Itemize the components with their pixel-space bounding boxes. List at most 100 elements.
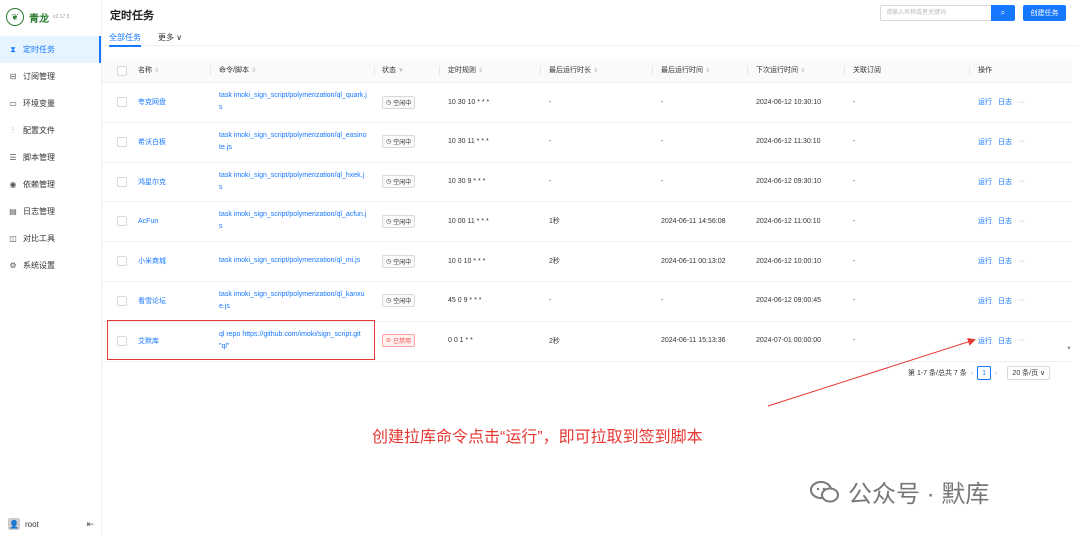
log-button[interactable]: 日志 — [998, 256, 1012, 266]
task-schedule: 0 0 1 * * — [448, 337, 473, 345]
row-checkbox[interactable] — [117, 295, 127, 306]
col-duration[interactable]: 最后运行时长 ⇕ — [549, 59, 598, 82]
clock-icon: ◷ — [386, 218, 392, 225]
log-button[interactable]: 日志 — [998, 177, 1012, 187]
sidebar-item-settings[interactable]: ⚙ 系统设置 — [0, 252, 101, 279]
collapse-menu-icon[interactable]: ⇤ — [86, 519, 94, 530]
tab-more[interactable]: 更多 ∨ — [158, 32, 182, 43]
search-button[interactable]: ⌕ — [991, 5, 1015, 21]
task-command[interactable]: task imoki_sign_script/polymerization/ql… — [219, 90, 367, 114]
col-last-run[interactable]: 最后运行时间 ⇕ — [661, 59, 710, 82]
task-last-run: 2024-06-11 15:13:36 — [661, 337, 726, 345]
run-button[interactable]: 运行 — [978, 177, 992, 187]
main-content: 定时任务 ⌕ 创建任务 全部任务 更多 ∨ 名称⇕ 命令/脚本⇕ 状态▼ 定时规… — [102, 0, 1080, 536]
sidebar-item-label: 环境变量 — [23, 99, 55, 108]
task-next-run: 2024-07-01 00:00:00 — [756, 337, 821, 345]
col-schedule[interactable]: 定时规则 ⇕ — [448, 59, 483, 82]
more-icon[interactable]: ··· — [1018, 218, 1025, 225]
more-icon[interactable]: ··· — [1018, 258, 1025, 265]
row-checkbox[interactable] — [117, 216, 127, 227]
user-name[interactable]: root — [25, 520, 39, 529]
config-icon: ⫶ — [12, 125, 14, 135]
prev-page-icon[interactable]: ‹ — [971, 370, 973, 377]
task-command[interactable]: task imoki_sign_script/polymerization/ql… — [219, 130, 367, 154]
log-button[interactable]: 日志 — [998, 336, 1012, 346]
task-subscription: - — [853, 138, 856, 146]
sidebar-item-config[interactable]: ⫶ 配置文件 — [0, 117, 101, 144]
task-name[interactable]: 鸿星尔克 — [138, 177, 166, 187]
run-button[interactable]: 运行 — [978, 336, 992, 346]
task-schedule: 10 00 11 * * * — [448, 217, 489, 225]
task-command[interactable]: task imoki_sign_script/polymerization/ql… — [219, 209, 367, 233]
col-name[interactable]: 名称 ⇕ — [138, 59, 159, 82]
task-command[interactable]: task imoki_sign_script/polymerization/ql… — [219, 255, 367, 267]
task-name[interactable]: 希沃白板 — [138, 137, 166, 147]
row-checkbox[interactable] — [117, 256, 127, 267]
task-duration: 1秒 — [549, 218, 560, 226]
task-next-run: 2024-06-12 10:00:10 — [756, 257, 821, 265]
sidebar-item-env[interactable]: ▭ 环境变量 — [0, 90, 101, 117]
qinglong-logo-icon: ❦ — [6, 8, 24, 26]
scroll-down-icon[interactable]: ▼ — [1066, 346, 1072, 352]
run-button[interactable]: 运行 — [978, 216, 992, 226]
log-button[interactable]: 日志 — [998, 296, 1012, 306]
task-duration: - — [549, 98, 552, 106]
run-button[interactable]: 运行 — [978, 97, 992, 107]
table-row[interactable]: AcFun task imoki_sign_script/polymerizati… — [102, 202, 1072, 243]
sidebar-item-log[interactable]: ▤ 日志管理 — [0, 198, 101, 225]
avatar[interactable]: 👤 — [8, 518, 20, 530]
create-task-button[interactable]: 创建任务 — [1023, 5, 1066, 21]
run-button[interactable]: 运行 — [978, 296, 992, 306]
page-number[interactable]: 1 — [977, 366, 992, 380]
task-table: 名称 ⇕ 命令/脚本 ⇕ 状态 ▼ 定时规则 ⇕ 最后运行时长 ⇕ 最后运行时间 ⇕ 下次运… — [102, 59, 1072, 362]
sidebar-item-subscription[interactable]: ⊟ 订阅管理 — [0, 63, 101, 90]
more-icon[interactable]: ··· — [1018, 178, 1025, 185]
sidebar-item-dependency[interactable]: ◉ 依赖管理 — [0, 171, 101, 198]
table-row[interactable]: 夸克网盘 task imoki_sign_script/polymerizatio… — [102, 83, 1072, 123]
more-icon[interactable]: ··· — [1018, 297, 1025, 304]
page-size-select[interactable]: 20 条/页 ∨ — [1007, 366, 1051, 380]
sidebar-item-script[interactable]: ☰ 脚本管理 — [0, 144, 101, 171]
task-command[interactable]: task imoki_sign_script/polymerization/ql… — [219, 289, 367, 313]
log-button[interactable]: 日志 — [998, 137, 1012, 147]
next-page-icon[interactable]: › — [995, 370, 997, 377]
table-row[interactable]: 小米商城 task imoki_sign_script/polymerizatio… — [102, 242, 1072, 282]
task-subscription: - — [853, 217, 856, 225]
sidebar-item-cron[interactable]: ⧗ 定时任务 — [0, 36, 101, 63]
status-badge: ⊘ 已禁用 — [382, 334, 416, 348]
select-all-checkbox[interactable] — [117, 66, 127, 76]
task-schedule: 10 0 10 * * * — [448, 257, 486, 265]
clock-icon: ◷ — [386, 179, 392, 186]
col-command[interactable]: 命令/脚本 ⇕ — [219, 59, 256, 82]
more-icon[interactable]: ··· — [1018, 337, 1025, 344]
task-schedule: 45 0 9 * * * — [448, 297, 482, 305]
task-subscription: - — [853, 98, 856, 106]
logo[interactable]: ❦ 青龙 v2.17.5 — [6, 8, 69, 26]
task-name[interactable]: 看雪论坛 — [138, 296, 166, 306]
task-name[interactable]: AcFun — [138, 218, 158, 225]
task-command[interactable]: task imoki_sign_script/polymerization/ql… — [219, 170, 367, 194]
col-next-run[interactable]: 下次运行时间 ⇕ — [756, 59, 805, 82]
row-checkbox[interactable] — [117, 97, 127, 107]
table-row[interactable]: 希沃白板 task imoki_sign_script/polymerizatio… — [102, 123, 1072, 163]
log-button[interactable]: 日志 — [998, 216, 1012, 226]
more-icon[interactable]: ··· — [1018, 99, 1025, 106]
row-checkbox[interactable] — [117, 136, 127, 147]
table-row[interactable]: 鸿星尔克 task imoki_sign_script/polymerizatio… — [102, 163, 1072, 203]
log-button[interactable]: 日志 — [998, 97, 1012, 107]
task-subscription: - — [853, 337, 856, 345]
col-status[interactable]: 状态 ▼ — [382, 59, 404, 82]
run-button[interactable]: 运行 — [978, 256, 992, 266]
run-button[interactable]: 运行 — [978, 137, 992, 147]
tab-all-tasks[interactable]: 全部任务 — [109, 32, 141, 47]
more-icon[interactable]: ··· — [1018, 138, 1025, 145]
search-input[interactable] — [880, 5, 992, 21]
table-row[interactable]: 看雪论坛 task imoki_sign_script/polymerizatio… — [102, 282, 1072, 322]
row-checkbox[interactable] — [117, 176, 127, 187]
task-name[interactable]: 小米商城 — [138, 256, 166, 266]
sidebar-item-label: 订阅管理 — [23, 72, 55, 81]
table-header: 名称 ⇕ 命令/脚本 ⇕ 状态 ▼ 定时规则 ⇕ 最后运行时长 ⇕ 最后运行时间 ⇕ 下次运… — [102, 59, 1072, 83]
sidebar-item-diff[interactable]: ◫ 对比工具 — [0, 225, 101, 252]
task-name[interactable]: 夸克网盘 — [138, 97, 166, 107]
task-subscription: - — [853, 297, 856, 305]
